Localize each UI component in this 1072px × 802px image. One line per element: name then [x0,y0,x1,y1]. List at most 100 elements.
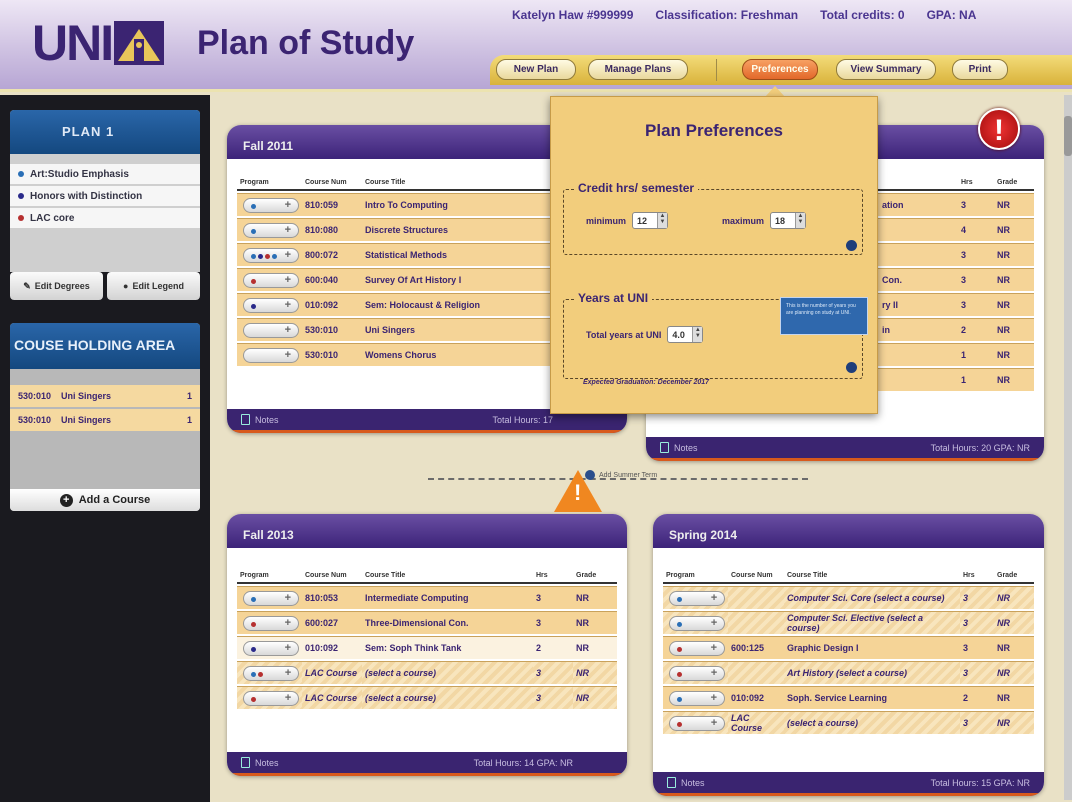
course-row[interactable]: + LAC Course (select a course) 3 NR [237,686,617,709]
add-program-icon[interactable]: + [285,299,291,312]
add-program-icon[interactable]: + [711,592,717,605]
course-row[interactable]: + Art History (select a course) 3 NR [663,661,1034,684]
program-cell: + [237,293,302,316]
program-toggle[interactable]: + [243,665,299,681]
course-title: Discrete Structures [362,218,577,241]
manage-plans-button[interactable]: Manage Plans [588,59,688,80]
help-icon[interactable] [846,362,857,373]
notes-button[interactable]: Notes [241,414,279,425]
program-toggle[interactable]: + [669,615,725,631]
view-summary-button[interactable]: View Summary [836,59,936,80]
add-program-icon[interactable]: + [285,274,291,287]
program-toggle[interactable]: + [243,247,299,263]
course-row[interactable]: +600:125 Graphic Design I 3 NR [663,636,1034,659]
add-program-icon[interactable]: + [285,224,291,237]
degree-item[interactable]: LAC core [10,208,200,228]
course-row[interactable]: +810:053 Intermediate Computing 3 NR [237,586,617,609]
program-toggle[interactable]: + [243,690,299,706]
notes-button[interactable]: Notes [660,442,698,453]
course-num [728,611,784,634]
edit-legend-button[interactable]: ● Edit Legend [107,272,200,300]
program-toggle[interactable]: + [243,222,299,238]
notes-button[interactable]: Notes [667,777,705,788]
add-program-icon[interactable]: + [285,324,291,337]
course-row[interactable]: +010:092 Sem: Soph Think Tank 2 NR [237,636,617,659]
preferences-button[interactable]: Preferences [742,59,818,80]
add-program-icon[interactable]: + [285,249,291,262]
course-row[interactable]: + Computer Sci. Elective (select a course… [663,611,1034,634]
stepper-arrows-icon[interactable]: ▲ ▼ [657,213,668,228]
minimum-label: minimum [586,215,627,226]
holding-item[interactable]: 530:010 Uni Singers 1 [10,385,200,407]
stepper-arrows-icon[interactable]: ▲ ▼ [795,213,806,228]
program-toggle[interactable]: + [243,297,299,313]
course-row[interactable]: ation 3 NR [876,193,1034,216]
maximum-label: maximum [722,215,765,226]
add-program-icon[interactable]: + [285,642,291,655]
course-row[interactable]: 3 NR [876,243,1034,266]
holding-item[interactable]: 530:010 Uni Singers 1 [10,409,200,431]
add-program-icon[interactable]: + [711,692,717,705]
course-grade: NR [573,611,617,634]
add-program-icon[interactable]: + [711,667,717,680]
warning-icon[interactable]: ! [554,470,602,512]
course-row[interactable]: +600:027 Three-Dimensional Con. 3 NR [237,611,617,634]
course-row[interactable]: 4 NR [876,218,1034,241]
add-program-icon[interactable]: + [711,717,717,730]
program-toggle[interactable]: + [669,590,725,606]
semester-title: Spring 2014 [653,514,1044,548]
legend-dot-icon [251,696,256,702]
edit-degrees-button[interactable]: ✎ Edit Degrees [10,272,103,300]
course-row[interactable]: 1 NR [876,343,1034,366]
program-toggle[interactable]: + [243,640,299,656]
program-cell: + [237,243,302,266]
course-row[interactable]: +010:092 Soph. Service Learning 2 NR [663,686,1034,709]
course-row[interactable]: + Computer Sci. Core (select a course) 3 NR [663,586,1034,609]
course-hrs: 3 [960,586,994,609]
program-toggle[interactable]: + [243,322,299,338]
alert-icon[interactable]: ! [978,108,1020,150]
stepper-arrows-icon[interactable]: ▲ ▼ [692,327,703,342]
program-toggle[interactable]: + [669,715,725,731]
scrollbar-thumb[interactable] [1064,116,1072,156]
minimum-stepper[interactable]: 12 ▲ ▼ [632,212,669,229]
add-program-icon[interactable]: + [711,642,717,655]
notes-button[interactable]: Notes [241,757,279,768]
add-program-icon[interactable]: + [285,617,291,630]
maximum-stepper[interactable]: 18 ▲ ▼ [770,212,807,229]
program-toggle[interactable]: + [669,690,725,706]
add-program-icon[interactable]: + [285,692,291,705]
add-program-icon[interactable]: + [285,592,291,605]
degree-item[interactable]: Art:Studio Emphasis [10,164,200,184]
program-toggle[interactable]: + [243,272,299,288]
course-row[interactable]: 1 NR [876,368,1034,391]
print-button[interactable]: Print [952,59,1008,80]
course-num: LAC Course [728,711,784,734]
add-program-icon[interactable]: + [285,199,291,212]
scrollbar[interactable] [1064,95,1072,800]
program-toggle[interactable]: + [243,347,299,363]
program-toggle[interactable]: + [243,615,299,631]
course-hrs: 1 [958,368,994,391]
course-row[interactable]: + LAC Course (select a course) 3 NR [663,711,1034,734]
course-row[interactable]: in 2 NR [876,318,1034,341]
add-course-button[interactable]: + Add a Course [10,489,200,511]
course-row[interactable]: Con. 3 NR [876,268,1034,291]
add-program-icon[interactable]: + [285,667,291,680]
notes-label: Notes [681,777,705,788]
course-row[interactable]: ry II 3 NR [876,293,1034,316]
course-row[interactable]: + LAC Course (select a course) 3 NR [237,661,617,684]
col-grade: Grade [573,572,617,584]
notes-label: Notes [674,442,698,453]
add-program-icon[interactable]: + [285,349,291,362]
program-toggle[interactable]: + [669,665,725,681]
maximum-value: 18 [775,215,786,226]
program-toggle[interactable]: + [243,590,299,606]
degree-item[interactable]: Honors with Distinction [10,186,200,206]
add-program-icon[interactable]: + [711,617,717,630]
program-toggle[interactable]: + [243,197,299,213]
new-plan-button[interactable]: New Plan [496,59,576,80]
help-icon[interactable] [846,240,857,251]
years-stepper[interactable]: 4.0 ▲ ▼ [667,326,704,343]
program-toggle[interactable]: + [669,640,725,656]
